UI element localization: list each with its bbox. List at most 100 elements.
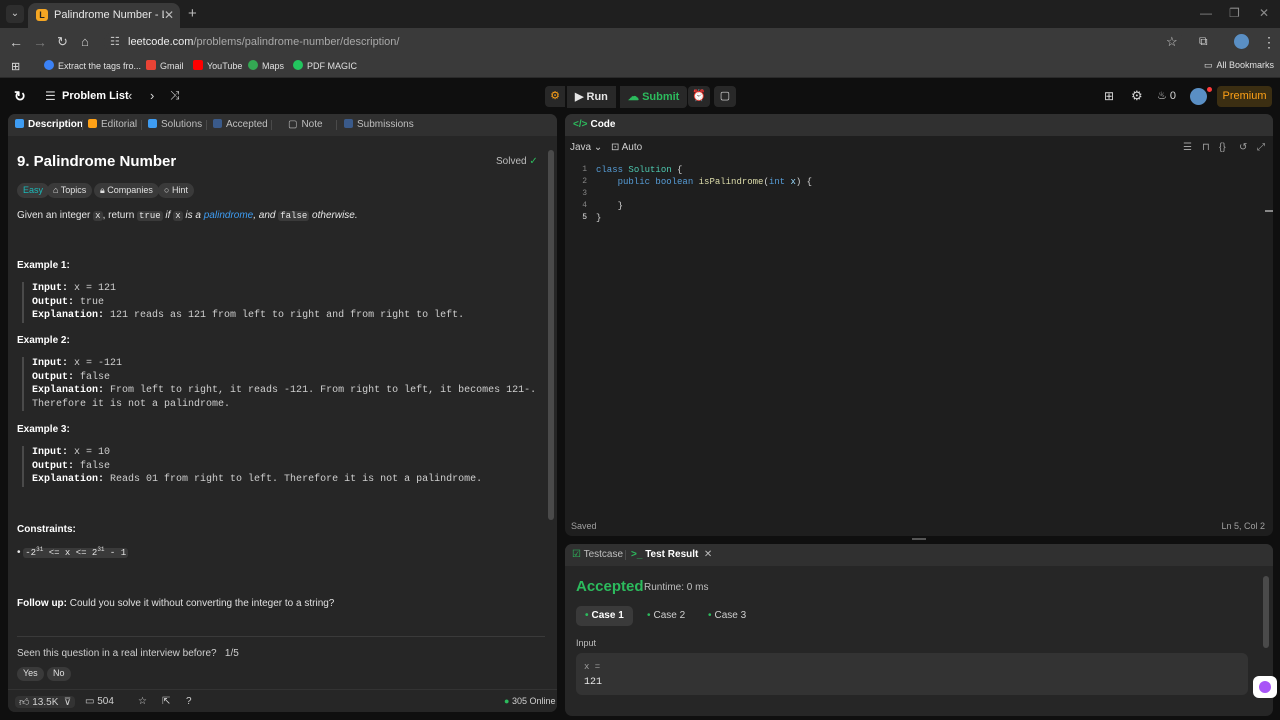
- tab-solutions[interactable]: Solutions: [148, 119, 202, 130]
- tab-submissions[interactable]: Submissions: [344, 119, 414, 130]
- companies-chip[interactable]: 🔒︎ Companies: [94, 183, 159, 198]
- hint-chip[interactable]: ○ Hint: [158, 183, 194, 198]
- bookmark-maps[interactable]: Maps: [248, 60, 284, 71]
- panel-resize-handle[interactable]: [912, 538, 926, 540]
- new-tab-button[interactable]: +: [188, 5, 197, 22]
- result-scrollbar[interactable]: [1263, 576, 1269, 648]
- expand-icon[interactable]: ⤢: [1257, 142, 1265, 153]
- problem-list-link[interactable]: Problem List: [62, 90, 129, 102]
- braces-icon[interactable]: {}: [1219, 142, 1226, 153]
- language-select[interactable]: Java ⌄: [570, 142, 602, 153]
- leetcode-logo-icon[interactable]: ↻: [14, 88, 26, 105]
- premium-button[interactable]: Premium: [1217, 86, 1272, 107]
- like-button[interactable]: 👍︎ 13.5K ⊽: [15, 696, 76, 708]
- close-tab-icon[interactable]: ✕: [164, 8, 174, 22]
- solutions-flask-icon: [148, 119, 157, 128]
- close-tab-icon[interactable]: ✕: [701, 549, 712, 560]
- browser-toolbar: ← → ↻ ⌂ ☷ leetcode.com/problems/palindro…: [0, 28, 1280, 56]
- share-icon[interactable]: ⇱: [162, 696, 170, 707]
- comments-button[interactable]: ▭ 504: [85, 696, 114, 707]
- globe-icon: [44, 60, 54, 70]
- input-value: 121: [584, 677, 603, 688]
- case-2-tab[interactable]: • Case 2: [638, 606, 694, 626]
- layout-grid-icon[interactable]: ⊞: [1104, 89, 1114, 103]
- thumbs-down-icon[interactable]: ⊽: [61, 697, 71, 708]
- close-window-icon[interactable]: ✕: [1259, 6, 1269, 20]
- all-bookmarks[interactable]: ▭ All Bookmarks: [1204, 60, 1274, 71]
- apps-grid-icon[interactable]: ⊞: [11, 60, 20, 73]
- tab-testcase[interactable]: ☑ Testcase: [572, 549, 623, 560]
- description-scrollbar[interactable]: [548, 150, 554, 520]
- pdf-magic-icon: [293, 60, 303, 70]
- address-bar[interactable]: ☷ leetcode.com/problems/palindrome-numbe…: [104, 31, 1184, 53]
- left-panel-tabs: Description Editorial Solutions Accepted…: [8, 114, 557, 136]
- leetcode-favicon-icon: L: [36, 9, 48, 21]
- favorite-star-icon[interactable]: ☆: [138, 696, 147, 707]
- code-editor[interactable]: class Solution { public boolean isPalind…: [596, 164, 812, 224]
- difficulty-badge[interactable]: Easy: [17, 183, 50, 198]
- tab-description[interactable]: Description: [15, 119, 83, 130]
- settings-gear-icon[interactable]: ⚙: [1131, 88, 1143, 104]
- bookmark-pdf-magic[interactable]: PDF MAGIC: [293, 60, 357, 71]
- line-number: 1: [582, 165, 587, 174]
- tab-test-result[interactable]: >_ Test Result ✕: [631, 549, 712, 560]
- constraint-item: • -231 <= x <= 231 - 1: [17, 546, 129, 558]
- example-1-block: Input: x = 121 Output: true Explanation:…: [22, 282, 550, 323]
- note-icon: ▢: [288, 119, 298, 130]
- assistant-float-button[interactable]: [1253, 676, 1277, 698]
- tab-note[interactable]: ▢ Note: [288, 119, 323, 130]
- debug-icon[interactable]: ⚙: [545, 86, 565, 107]
- help-icon[interactable]: ?: [186, 696, 192, 707]
- prev-problem-icon[interactable]: ‹: [128, 88, 132, 103]
- extensions-icon[interactable]: ⧉: [1199, 34, 1208, 49]
- tab-editorial[interactable]: Editorial: [88, 119, 137, 130]
- cursor-position: Ln 5, Col 2: [1221, 521, 1265, 531]
- submit-button[interactable]: ☁ Submit: [620, 86, 688, 108]
- leetcode-header: ↻ ☰ Problem List ‹ › ⤨ ⚙ ▶ Run ☁ Submit …: [0, 80, 1280, 113]
- submissions-icon: [344, 119, 353, 128]
- case-3-tab[interactable]: • Case 3: [699, 606, 755, 626]
- comment-icon: ▭: [85, 696, 98, 707]
- yes-button[interactable]: Yes: [17, 667, 44, 681]
- reload-icon[interactable]: ↻: [57, 34, 68, 50]
- topics-chip[interactable]: ⌂ Topics: [47, 183, 93, 198]
- auto-mode-toggle[interactable]: ⊡ Auto: [611, 142, 642, 153]
- browser-menu-icon[interactable]: ⋮: [1262, 34, 1276, 51]
- checkbox-icon: ☑: [572, 549, 584, 560]
- example-2-heading: Example 2:: [17, 335, 70, 346]
- tab-accepted[interactable]: Accepted: [213, 119, 268, 130]
- bookmark-extract-tags[interactable]: Extract the tags fro...: [44, 60, 141, 71]
- restore-icon[interactable]: ❐: [1229, 6, 1240, 20]
- user-avatar[interactable]: [1190, 88, 1207, 105]
- palindrome-link[interactable]: palindrome: [204, 210, 253, 221]
- code-tab[interactable]: </> Code: [573, 119, 615, 130]
- bookmark-youtube[interactable]: YouTube: [193, 60, 242, 71]
- forward-arrow-icon[interactable]: →: [33, 34, 47, 50]
- terminal-icon: >_: [631, 549, 646, 560]
- site-info-icon[interactable]: ☷: [110, 35, 120, 48]
- bookmark-icon[interactable]: ⊓: [1202, 142, 1210, 153]
- alarm-clock-icon[interactable]: ⏰: [688, 86, 710, 107]
- streak-counter[interactable]: ♨ 0: [1157, 89, 1176, 102]
- minimize-icon[interactable]: —: [1200, 6, 1212, 20]
- browser-tab[interactable]: L Palindrome Number - LeetCode ✕: [28, 3, 180, 28]
- lightbulb-icon: ○: [164, 185, 172, 195]
- run-button[interactable]: ▶ Run: [567, 86, 616, 108]
- no-button[interactable]: No: [47, 667, 71, 681]
- shuffle-icon[interactable]: ⤨: [170, 88, 180, 103]
- format-icon[interactable]: ☰: [1183, 142, 1192, 153]
- notes-icon[interactable]: ▢: [714, 86, 736, 107]
- back-arrow-icon[interactable]: ←: [9, 34, 23, 50]
- example-1-heading: Example 1:: [17, 260, 70, 271]
- line-number: 4: [582, 201, 587, 210]
- case-1-tab[interactable]: • Case 1: [576, 606, 633, 626]
- bookmark-star-icon[interactable]: ☆: [1166, 34, 1178, 50]
- reset-icon[interactable]: ↺: [1239, 142, 1247, 153]
- maps-icon: [248, 60, 258, 70]
- profile-avatar[interactable]: [1234, 34, 1249, 49]
- home-icon[interactable]: ⌂: [81, 34, 89, 49]
- next-problem-icon[interactable]: ›: [150, 88, 154, 103]
- chevron-down-icon: ⌄: [593, 142, 603, 153]
- tab-search-button[interactable]: ⌄: [6, 5, 24, 23]
- bookmark-gmail[interactable]: Gmail: [146, 60, 184, 71]
